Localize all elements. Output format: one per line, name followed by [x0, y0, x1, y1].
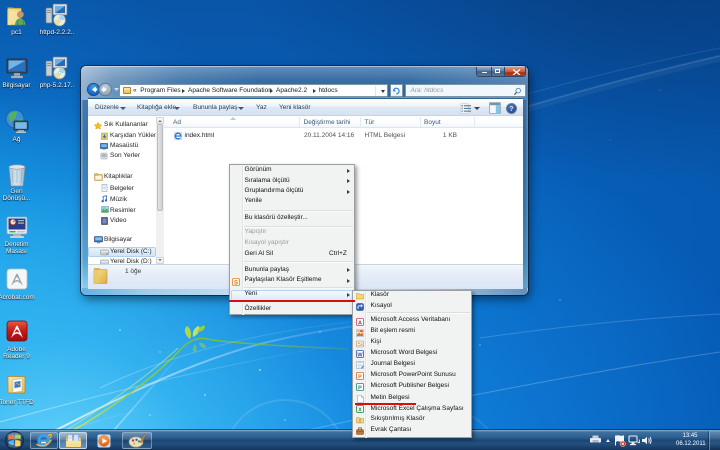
svg-text:W: W: [357, 352, 363, 358]
svg-text:P: P: [358, 385, 362, 391]
svg-text:P: P: [358, 375, 362, 381]
svg-text:X: X: [358, 408, 362, 414]
svg-text:S: S: [233, 280, 237, 286]
svg-text:A: A: [358, 320, 362, 326]
svg-text:?: ?: [509, 106, 513, 113]
